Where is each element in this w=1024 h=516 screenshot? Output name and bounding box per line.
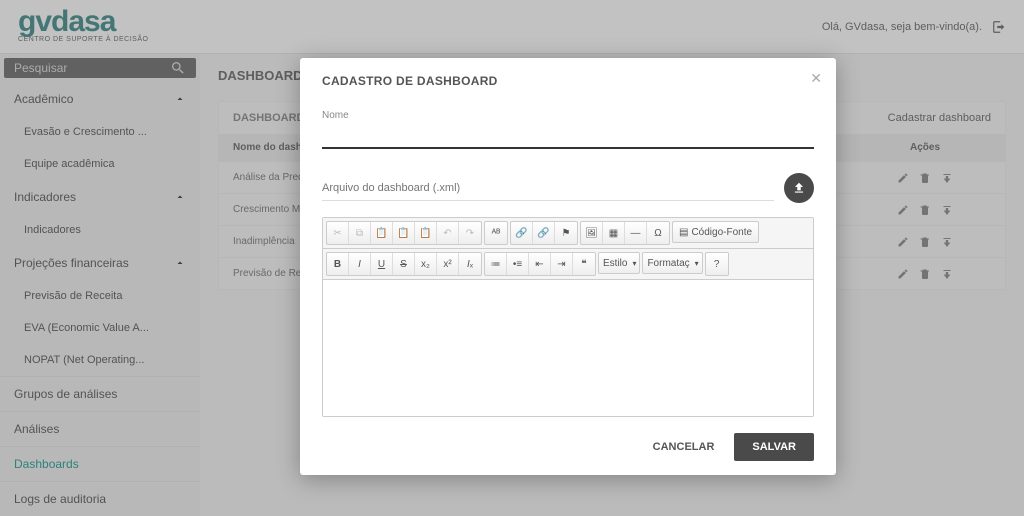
superscript-icon[interactable]: x² (437, 253, 459, 275)
copy-icon[interactable]: ⧉ (349, 222, 371, 244)
name-input[interactable] (322, 121, 814, 149)
bullet-list-icon[interactable]: •≡ (507, 253, 529, 275)
rich-text-editor: ✂ ⧉ 📋 📋 📋 ↶ ↷ ᴬᴮ 🔗 🔗 ⚑ 🖼 ▦ — Ω (322, 217, 814, 417)
underline-icon[interactable]: U (371, 253, 393, 275)
paste-text-icon[interactable]: 📋 (393, 222, 415, 244)
abc-icon[interactable]: ᴬᴮ (485, 222, 507, 244)
modal-title: CADASTRO DE DASHBOARD (322, 74, 814, 88)
bold-icon[interactable]: B (327, 253, 349, 275)
close-icon[interactable]: ✕ (810, 70, 822, 87)
source-button[interactable]: ▤Código-Fonte (672, 221, 759, 243)
link-icon[interactable]: 🔗 (511, 222, 533, 244)
redo-icon[interactable]: ↷ (459, 222, 481, 244)
paste-icon[interactable]: 📋 (371, 222, 393, 244)
cut-icon[interactable]: ✂ (327, 222, 349, 244)
anchor-icon[interactable]: ⚑ (555, 222, 577, 244)
file-input[interactable] (322, 176, 774, 201)
table-icon[interactable]: ▦ (603, 222, 625, 244)
italic-icon[interactable]: I (349, 253, 371, 275)
unlink-icon[interactable]: 🔗 (533, 222, 555, 244)
upload-button[interactable] (784, 173, 814, 203)
numbered-list-icon[interactable]: ≔ (485, 253, 507, 275)
blockquote-icon[interactable]: ❝ (573, 253, 595, 275)
editor-body[interactable] (323, 280, 813, 416)
register-dashboard-modal: CADASTRO DE DASHBOARD ✕ Nome ✂ ⧉ 📋 📋 📋 ↶… (300, 58, 836, 475)
save-button[interactable]: SALVAR (734, 433, 814, 461)
strike-icon[interactable]: S (393, 253, 415, 275)
subscript-icon[interactable]: x₂ (415, 253, 437, 275)
hr-icon[interactable]: — (625, 222, 647, 244)
help-icon[interactable]: ? (706, 253, 728, 275)
undo-icon[interactable]: ↶ (437, 222, 459, 244)
remove-format-icon[interactable]: Iₓ (459, 253, 481, 275)
editor-toolbar-2: B I U S x₂ x² Iₓ ≔ •≡ ⇤ ⇥ ❝ Estilo Forma… (323, 249, 813, 280)
indent-icon[interactable]: ⇥ (551, 253, 573, 275)
image-icon[interactable]: 🖼 (581, 222, 603, 244)
paste-word-icon[interactable]: 📋 (415, 222, 437, 244)
special-char-icon[interactable]: Ω (647, 222, 669, 244)
name-label: Nome (322, 110, 814, 121)
style-select[interactable]: Estilo (598, 252, 640, 274)
editor-toolbar: ✂ ⧉ 📋 📋 📋 ↶ ↷ ᴬᴮ 🔗 🔗 ⚑ 🖼 ▦ — Ω (323, 218, 813, 249)
cancel-button[interactable]: CANCELAR (643, 433, 725, 461)
outdent-icon[interactable]: ⇤ (529, 253, 551, 275)
format-select[interactable]: Formataç (642, 252, 702, 274)
